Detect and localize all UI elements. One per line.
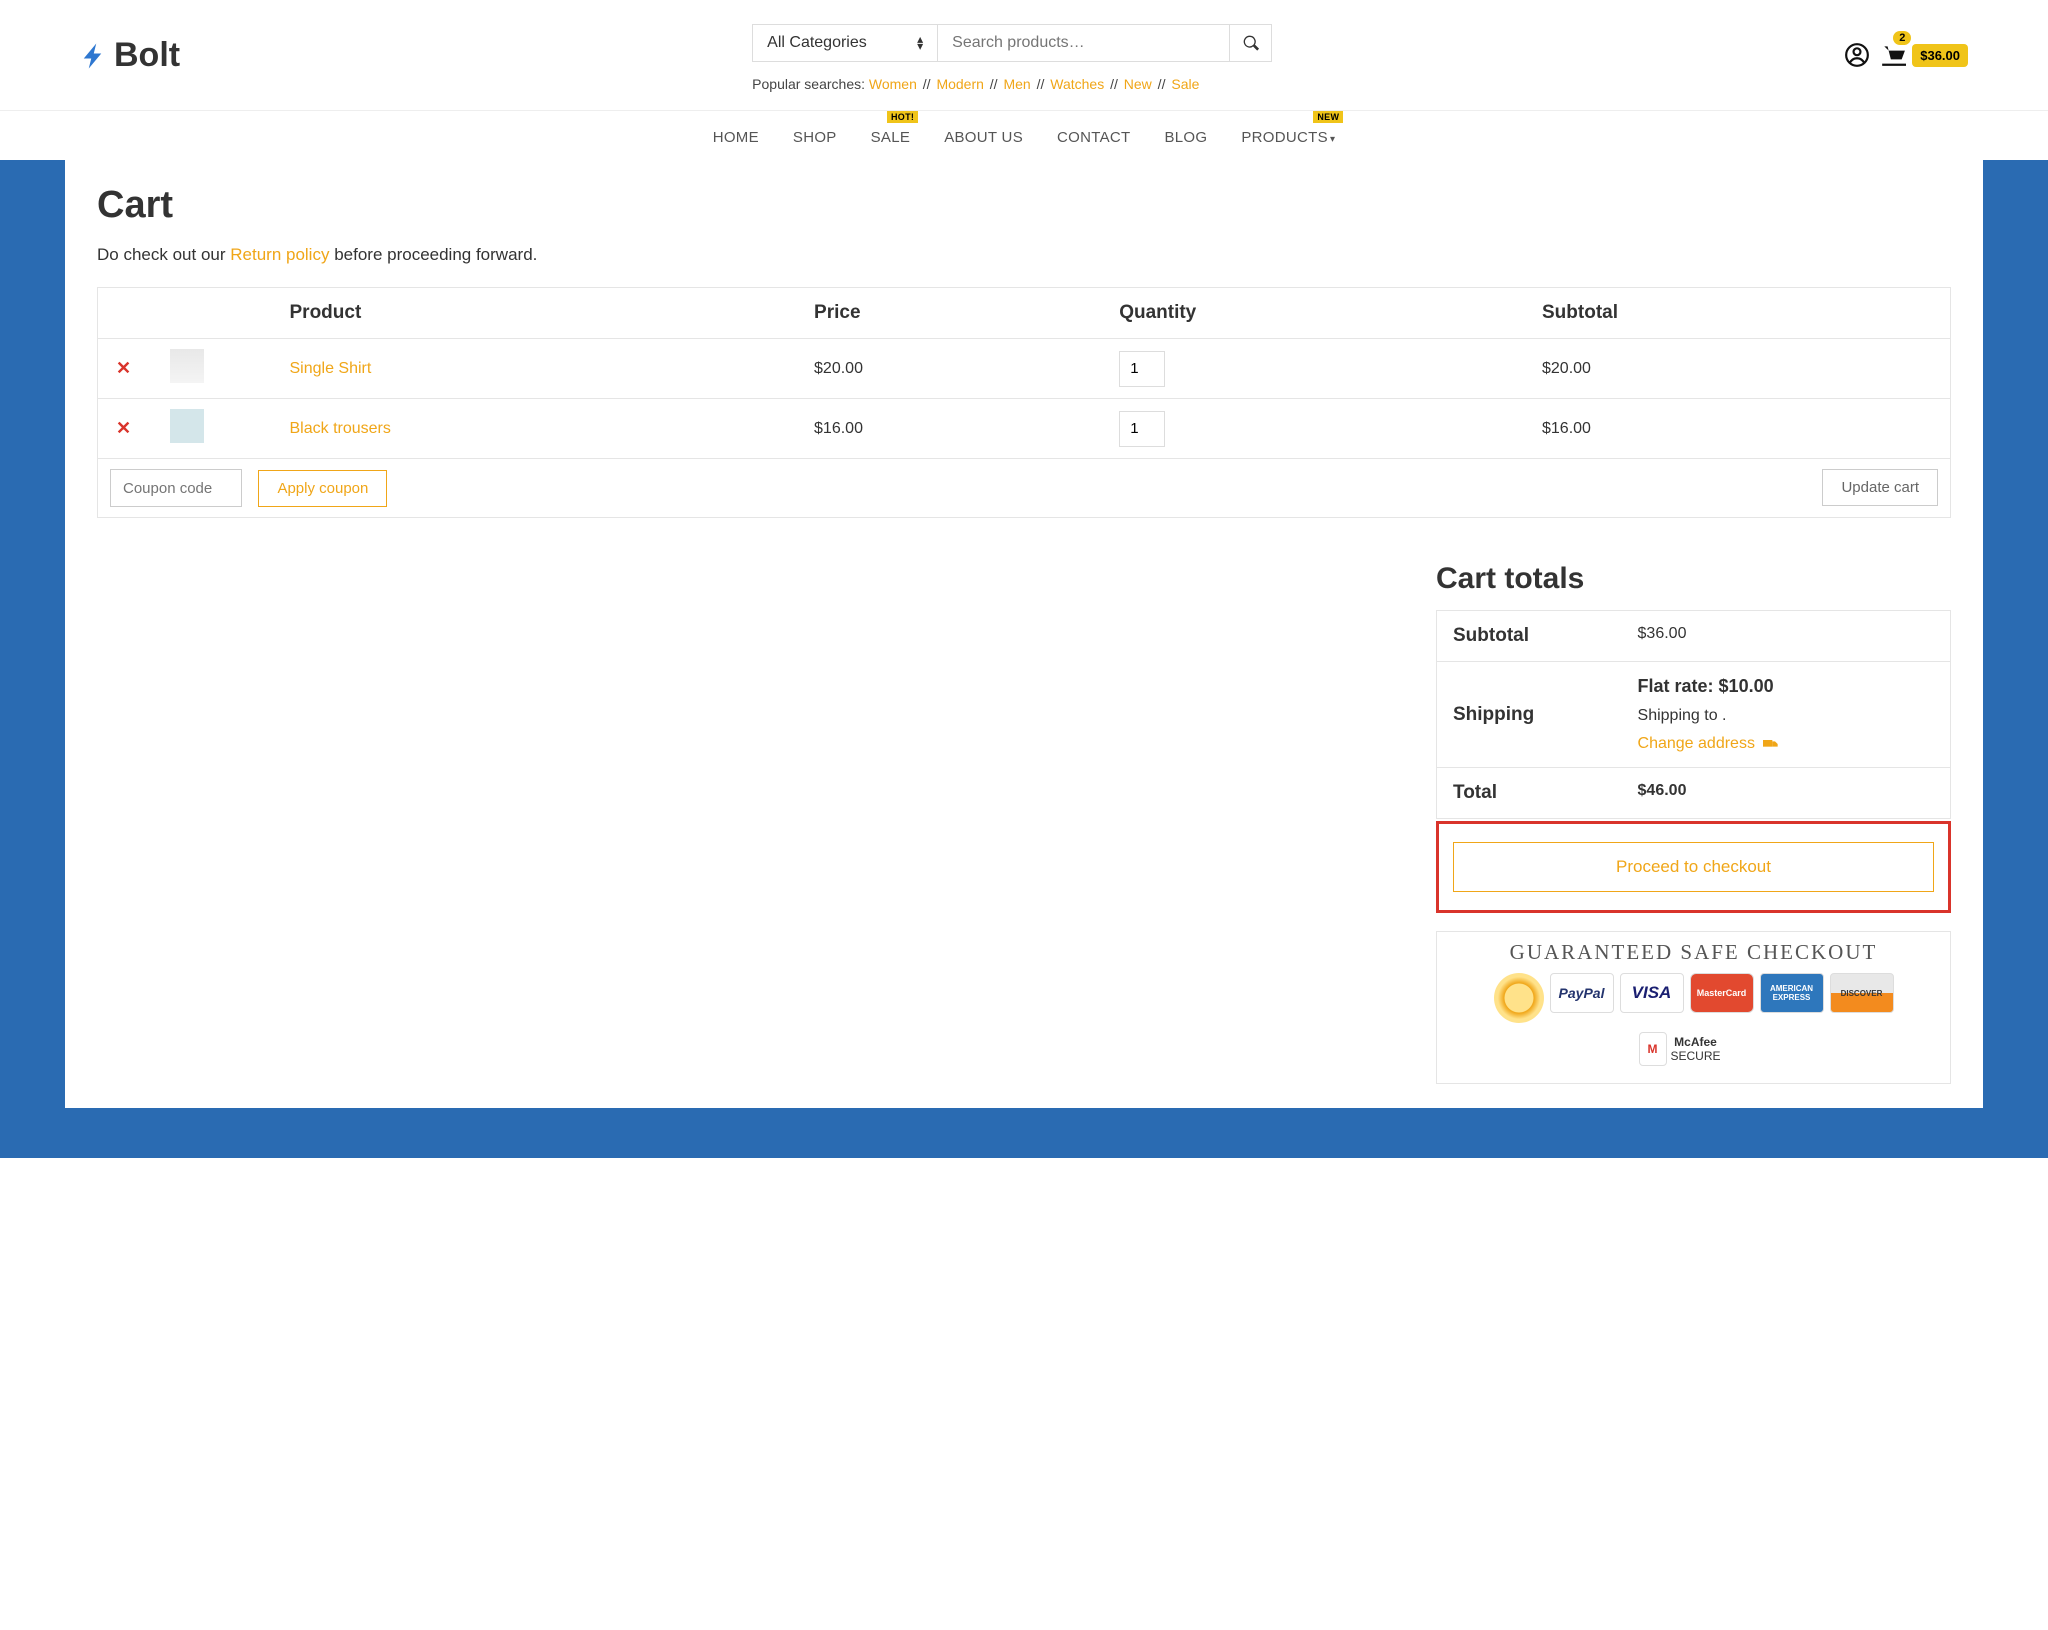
shipping-label: Shipping	[1437, 662, 1622, 768]
total-label: Total	[1437, 768, 1622, 819]
change-address-link[interactable]: Change address	[1638, 735, 1779, 753]
site-header: Bolt All Categories ▴▾ Popular searches:…	[0, 0, 2048, 110]
update-cart-button[interactable]: Update cart	[1822, 469, 1938, 506]
visa-badge: VISA	[1620, 973, 1684, 1013]
nav-contact[interactable]: CONTACT	[1057, 129, 1130, 146]
safe-checkout-box: GUARANTEED SAFE CHECKOUT PayPal VISA Mas…	[1436, 931, 1951, 1084]
shield-icon: M	[1639, 1032, 1667, 1066]
page-card: Cart Do check out our Return policy befo…	[65, 160, 1983, 1108]
popular-label: Popular searches:	[752, 76, 865, 92]
remove-item-button[interactable]: ✕	[110, 418, 137, 438]
nav-home[interactable]: HOME	[713, 129, 759, 146]
cart-total-pill: $36.00	[1912, 44, 1968, 67]
product-name-link[interactable]: Single Shirt	[290, 360, 372, 377]
coupon-input[interactable]	[110, 469, 242, 507]
nav-blog[interactable]: BLOG	[1164, 129, 1207, 146]
new-tag: NEW	[1313, 111, 1343, 123]
category-select[interactable]: All Categories ▴▾	[752, 24, 937, 62]
popular-link[interactable]: Women	[869, 76, 917, 92]
checkout-highlight: Proceed to checkout	[1436, 821, 1951, 913]
cart-table: Product Price Quantity Subtotal ✕ Single…	[97, 287, 1951, 518]
amex-badge: AMERICAN EXPRESS	[1760, 973, 1824, 1013]
guarantee-seal-icon	[1494, 973, 1544, 1023]
cart-row: ✕ Black trousers $16.00 $16.00	[98, 399, 1951, 459]
payment-badges: PayPal VISA MasterCard AMERICAN EXPRESS …	[1447, 973, 1940, 1069]
flat-rate: Flat rate: $10.00	[1638, 676, 1934, 697]
item-price: $20.00	[802, 339, 1107, 399]
cart-actions-row: Apply coupon Update cart	[98, 459, 1951, 518]
cart-totals-section: Cart totals Subtotal $36.00 Shipping Fla…	[1436, 562, 1951, 1084]
quantity-input[interactable]	[1119, 411, 1165, 447]
col-qty: Quantity	[1107, 288, 1530, 339]
discover-badge: DISCOVER	[1830, 973, 1894, 1013]
brand-logo[interactable]: Bolt	[80, 24, 180, 75]
return-policy-link[interactable]: Return policy	[230, 245, 329, 264]
nav-about[interactable]: ABOUT US	[944, 129, 1023, 146]
nav-shop[interactable]: SHOP	[793, 129, 837, 146]
popular-searches: Popular searches: Women // Modern // Men…	[752, 76, 1272, 92]
select-arrows-icon: ▴▾	[917, 36, 923, 50]
search-input[interactable]	[937, 24, 1230, 62]
page-background: Cart Do check out our Return policy befo…	[0, 160, 2048, 1158]
col-subtotal: Subtotal	[1530, 288, 1951, 339]
popular-link[interactable]: Modern	[936, 76, 983, 92]
item-subtotal: $16.00	[1530, 399, 1951, 459]
search-area: All Categories ▴▾ Popular searches: Wome…	[220, 24, 1804, 92]
mini-cart[interactable]: 2 $36.00	[1880, 42, 1968, 68]
nav-sale[interactable]: HOT! SALE	[871, 129, 911, 146]
bolt-icon	[80, 41, 110, 71]
header-actions: 2 $36.00	[1844, 24, 1968, 68]
search-icon	[1243, 35, 1259, 51]
shipping-to: Shipping to .	[1638, 707, 1934, 725]
quantity-input[interactable]	[1119, 351, 1165, 387]
mcafee-badge: M McAfeeSECURE	[1639, 1029, 1749, 1069]
product-thumbnail[interactable]	[170, 349, 204, 383]
safe-checkout-title: GUARANTEED SAFE CHECKOUT	[1447, 940, 1940, 965]
account-icon[interactable]	[1844, 42, 1870, 68]
search-row: All Categories ▴▾	[752, 24, 1272, 62]
main-nav: HOME SHOP HOT! SALE ABOUT US CONTACT BLO…	[0, 110, 2048, 160]
item-subtotal: $20.00	[1530, 339, 1951, 399]
subtotal-label: Subtotal	[1437, 611, 1622, 662]
mastercard-badge: MasterCard	[1690, 973, 1754, 1013]
intro-text: Do check out our Return policy before pr…	[97, 245, 1951, 265]
search-button[interactable]	[1230, 24, 1272, 62]
cart-count-badge: 2	[1893, 31, 1911, 45]
paypal-badge: PayPal	[1550, 973, 1614, 1013]
remove-item-button[interactable]: ✕	[110, 358, 137, 378]
nav-products[interactable]: NEW PRODUCTS▾	[1241, 129, 1335, 146]
apply-coupon-button[interactable]: Apply coupon	[258, 470, 387, 507]
item-price: $16.00	[802, 399, 1107, 459]
totals-table: Subtotal $36.00 Shipping Flat rate: $10.…	[1436, 610, 1951, 819]
product-name-link[interactable]: Black trousers	[290, 420, 391, 437]
totals-title: Cart totals	[1436, 562, 1951, 596]
popular-link[interactable]: New	[1124, 76, 1152, 92]
product-thumbnail[interactable]	[170, 409, 204, 443]
category-selected: All Categories	[767, 34, 867, 52]
hot-tag: HOT!	[887, 111, 918, 123]
col-price: Price	[802, 288, 1107, 339]
popular-link[interactable]: Sale	[1171, 76, 1199, 92]
cart-icon	[1880, 42, 1906, 68]
page-title: Cart	[97, 184, 1951, 227]
chevron-down-icon: ▾	[1330, 134, 1335, 145]
subtotal-value: $36.00	[1622, 611, 1951, 662]
proceed-to-checkout-button[interactable]: Proceed to checkout	[1453, 842, 1934, 892]
total-value: $46.00	[1622, 768, 1951, 819]
col-product: Product	[278, 288, 803, 339]
truck-icon	[1763, 738, 1779, 750]
popular-link[interactable]: Men	[1003, 76, 1030, 92]
cart-row: ✕ Single Shirt $20.00 $20.00	[98, 339, 1951, 399]
table-header-row: Product Price Quantity Subtotal	[98, 288, 1951, 339]
brand-name: Bolt	[114, 36, 180, 75]
popular-link[interactable]: Watches	[1050, 76, 1104, 92]
